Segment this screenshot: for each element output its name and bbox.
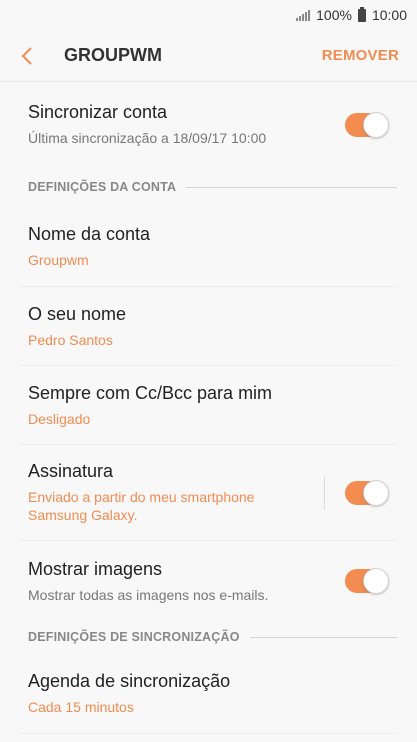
signature-row[interactable]: Assinatura Enviado a partir do meu smart… xyxy=(0,445,417,540)
account-name-label: Nome da conta xyxy=(28,224,151,244)
show-images-row[interactable]: Mostrar imagens Mostrar todas as imagens… xyxy=(0,541,417,621)
last-sync-text: Última sincronização a 18/09/17 10:00 xyxy=(28,130,267,146)
show-images-toggle[interactable] xyxy=(345,568,389,594)
sync-account-toggle[interactable] xyxy=(345,111,389,138)
battery-percent: 100% xyxy=(316,7,352,23)
sync-account-label: Sincronizar conta xyxy=(28,102,168,122)
cc-bcc-value: Desligado xyxy=(28,410,91,427)
cc-bcc-row[interactable]: Sempre com Cc/Bcc para mim Desligado xyxy=(0,366,417,444)
signature-label: Assinatura xyxy=(28,461,114,481)
status-bar: 100% 10:00 xyxy=(0,0,417,30)
back-button[interactable] xyxy=(20,44,44,68)
cc-bcc-label: Sempre com Cc/Bcc para mim xyxy=(28,382,273,403)
section-account-settings: DEFINIÇÕES DA CONTA xyxy=(0,167,417,207)
battery-icon xyxy=(357,6,366,22)
signature-toggle[interactable] xyxy=(345,479,389,506)
signature-value: Enviado a partir do meu smartphone Samsu… xyxy=(28,489,255,523)
app-bar: GROUPWM REMOVER xyxy=(0,30,417,82)
show-images-sub: Mostrar todas as imagens nos e-mails. xyxy=(28,586,269,603)
account-name-value: Groupwm xyxy=(28,252,89,268)
section-sync-settings: DEFINIÇÕES DE SINCRONIZAÇÃO xyxy=(0,621,417,653)
account-name-row[interactable]: Nome da conta Groupwm xyxy=(0,207,417,286)
clock: 10:00 xyxy=(371,7,407,23)
chevron-left-icon xyxy=(21,46,32,65)
your-name-value: Pedro Santos xyxy=(28,331,113,348)
signal-icon xyxy=(296,9,311,21)
remove-button[interactable]: REMOVER xyxy=(322,47,399,64)
sync-schedule-label: Agenda de sincronização xyxy=(28,670,231,691)
section-title: DEFINIÇÕES DE SINCRONIZAÇÃO xyxy=(28,630,240,644)
sync-schedule-value: Cada 15 minutos xyxy=(28,698,134,715)
divider xyxy=(324,475,325,510)
section-title: DEFINIÇÕES DA CONTA xyxy=(28,180,177,194)
your-name-row[interactable]: O seu nome Pedro Santos xyxy=(0,287,417,365)
page-title: GROUPWM xyxy=(64,45,162,65)
your-name-label: O seu nome xyxy=(28,303,127,324)
sync-account-row[interactable]: Sincronizar conta Última sincronização a… xyxy=(0,82,417,167)
sync-schedule-row[interactable]: Agenda de sincronização Cada 15 minutos xyxy=(0,653,417,733)
show-images-label: Mostrar imagens xyxy=(28,558,163,579)
